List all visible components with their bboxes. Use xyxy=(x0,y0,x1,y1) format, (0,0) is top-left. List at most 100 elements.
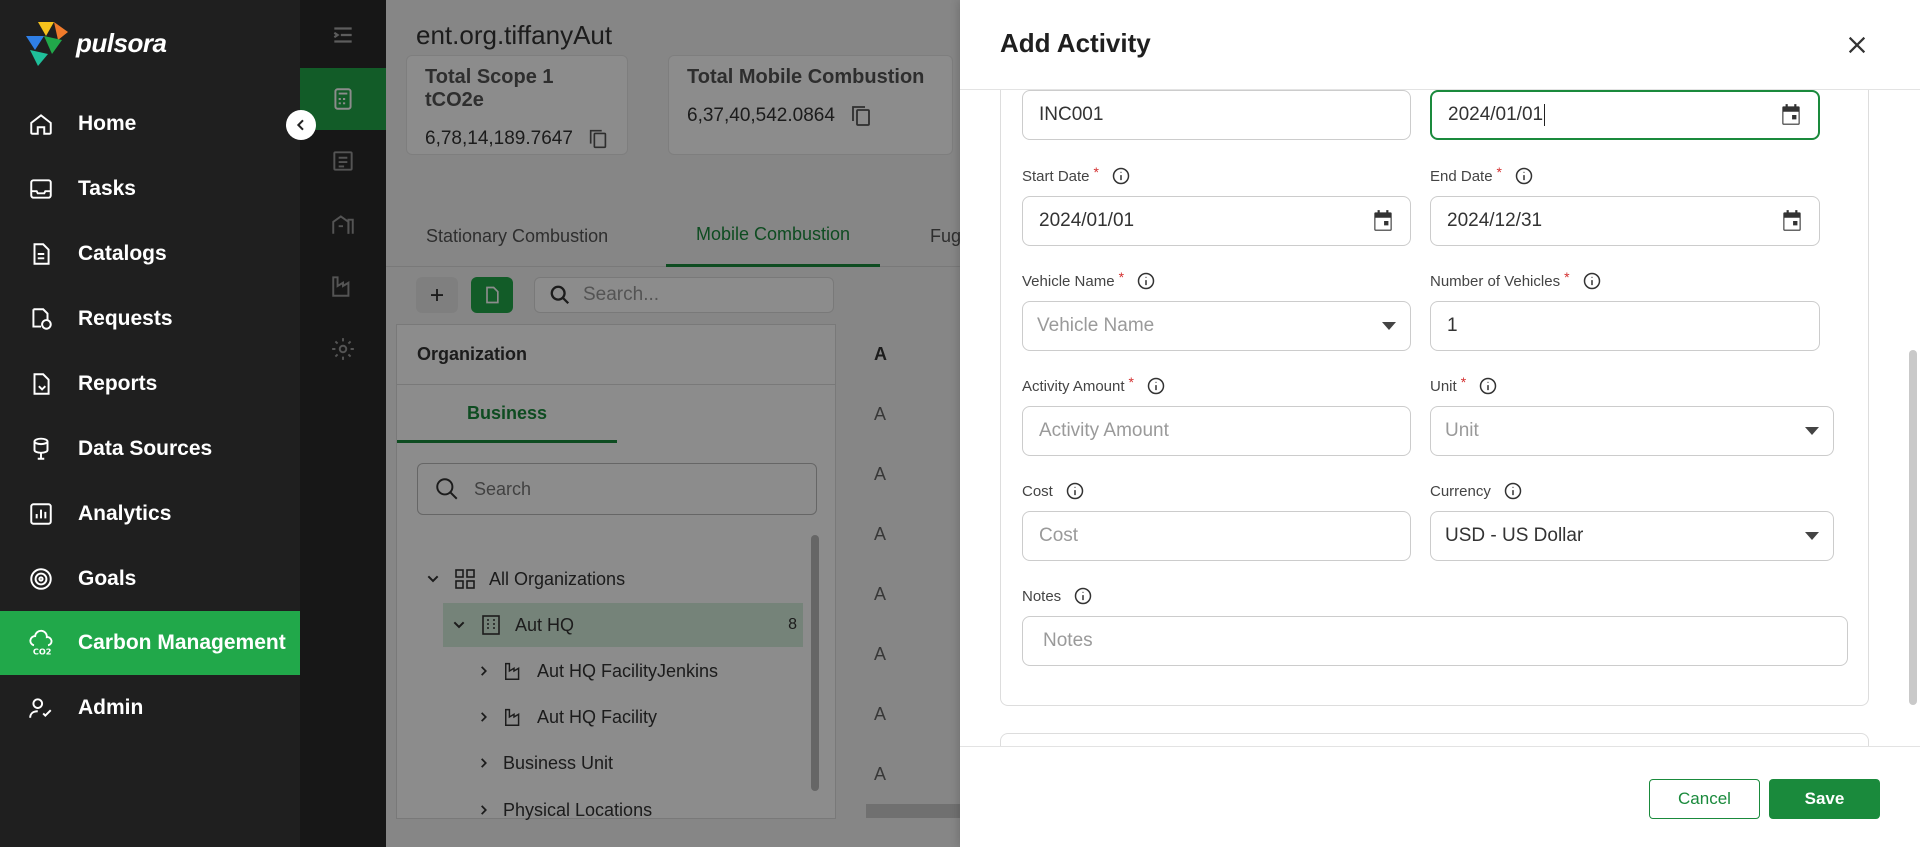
info-icon[interactable] xyxy=(1503,481,1523,501)
calendar-icon[interactable] xyxy=(1370,208,1396,234)
close-icon xyxy=(1848,36,1866,54)
sidebar-item-analytics[interactable]: Analytics xyxy=(0,482,300,546)
drawer-header: Add Activity xyxy=(960,0,1920,90)
id-field[interactable]: INC001 xyxy=(1022,90,1411,140)
start-date-field[interactable]: 2024/01/01 xyxy=(1022,196,1411,246)
label-text: Start Date xyxy=(1022,167,1090,185)
sidebar-item-label: Reports xyxy=(78,372,158,395)
co2-cloud-icon: CO2 xyxy=(26,628,56,658)
drawer-title: Add Activity xyxy=(1000,28,1151,58)
calendar-icon[interactable] xyxy=(1779,208,1805,234)
info-icon[interactable] xyxy=(1136,271,1156,291)
requests-icon xyxy=(26,304,56,334)
sidebar-item-label: Analytics xyxy=(78,502,172,525)
caret-down-icon xyxy=(1382,322,1396,330)
save-button[interactable]: Save xyxy=(1769,779,1880,819)
info-icon[interactable] xyxy=(1073,586,1093,606)
cost-field[interactable]: Cost xyxy=(1022,511,1411,561)
caret-down-icon xyxy=(1805,427,1819,435)
vehicle-name-label: Vehicle Name * xyxy=(1022,269,1156,291)
label-text: Notes xyxy=(1022,587,1062,605)
sidebar-item-tasks[interactable]: Tasks xyxy=(0,157,300,221)
info-icon[interactable] xyxy=(1065,481,1085,501)
sidebar-item-carbon-management[interactable]: CO2 Carbon Management xyxy=(0,611,300,675)
add-activity-drawer: INC001 2024/01/01 Start Date * End Date * … xyxy=(960,0,1920,847)
vehicle-name-placeholder: Vehicle Name xyxy=(1037,315,1155,336)
required-asterisk: * xyxy=(1564,269,1570,285)
cost-placeholder: Cost xyxy=(1039,525,1079,546)
sidebar-item-catalogs[interactable]: Catalogs xyxy=(0,222,300,286)
sidebar-item-label: Requests xyxy=(78,307,173,330)
cost-label: Cost xyxy=(1022,481,1085,501)
svg-text:CO2: CO2 xyxy=(33,647,52,657)
notes-label: Notes xyxy=(1022,586,1093,606)
unit-placeholder: Unit xyxy=(1445,420,1479,441)
sidebar-item-label: Carbon Management xyxy=(78,631,286,654)
end-date-label: End Date * xyxy=(1430,164,1534,186)
start-date-value: 2024/01/01 xyxy=(1039,210,1135,231)
date-field-value: 2024/01/01 xyxy=(1448,104,1544,125)
analytics-icon xyxy=(26,499,56,529)
sidebar-item-label: Goals xyxy=(78,567,137,590)
sidebar-item-data-sources[interactable]: Data Sources xyxy=(0,417,300,481)
sidebar-item-reports[interactable]: Reports xyxy=(0,352,300,416)
reports-icon xyxy=(26,369,56,399)
activity-amount-placeholder: Activity Amount xyxy=(1039,420,1169,441)
date-field[interactable]: 2024/01/01 xyxy=(1430,90,1820,140)
info-icon[interactable] xyxy=(1582,271,1602,291)
label-text: Cost xyxy=(1022,482,1053,500)
number-of-vehicles-label: Number of Vehicles * xyxy=(1430,269,1602,291)
sidebar-item-home[interactable]: Home xyxy=(0,92,300,156)
label-text: Number of Vehicles xyxy=(1430,272,1561,290)
sidebar-item-requests[interactable]: Requests xyxy=(0,287,300,351)
drawer-scrollbar[interactable] xyxy=(1909,350,1917,705)
notes-placeholder: Notes xyxy=(1043,630,1093,651)
user-check-icon xyxy=(26,693,56,723)
activity-amount-field[interactable]: Activity Amount xyxy=(1022,406,1411,456)
vehicle-name-select[interactable]: Vehicle Name xyxy=(1022,301,1411,351)
calendar-icon[interactable] xyxy=(1778,102,1804,128)
currency-label: Currency xyxy=(1430,481,1523,501)
end-date-field[interactable]: 2024/12/31 xyxy=(1430,196,1820,246)
end-date-value: 2024/12/31 xyxy=(1447,210,1543,231)
label-text: Vehicle Name xyxy=(1022,272,1115,290)
unit-label: Unit * xyxy=(1430,374,1498,396)
sidebar-item-label: Data Sources xyxy=(78,437,213,460)
close-button[interactable] xyxy=(1840,28,1874,62)
info-icon[interactable] xyxy=(1514,166,1534,186)
label-text: Unit xyxy=(1430,377,1457,395)
info-icon[interactable] xyxy=(1478,376,1498,396)
target-icon xyxy=(26,564,56,594)
info-icon[interactable] xyxy=(1146,376,1166,396)
chevron-left-icon xyxy=(296,119,304,131)
collapse-sidebar-button[interactable] xyxy=(286,110,316,140)
info-icon[interactable] xyxy=(1111,166,1131,186)
brand-name: pulsora xyxy=(76,27,167,58)
caret-down-icon xyxy=(1805,532,1819,540)
text-cursor xyxy=(1544,104,1546,126)
number-of-vehicles-field[interactable]: 1 xyxy=(1430,301,1820,351)
modal-backdrop[interactable] xyxy=(300,0,960,847)
required-asterisk: * xyxy=(1093,164,1099,180)
cancel-button[interactable]: Cancel xyxy=(1649,779,1760,819)
sidebar-item-admin[interactable]: Admin xyxy=(0,676,300,740)
currency-select[interactable]: USD - US Dollar xyxy=(1430,511,1834,561)
pulsora-logo[interactable]: pulsora xyxy=(22,20,167,66)
sidebar-item-goals[interactable]: Goals xyxy=(0,547,300,611)
unit-select[interactable]: Unit xyxy=(1430,406,1834,456)
drawer-footer: Cancel Save xyxy=(960,746,1920,847)
document-icon xyxy=(26,239,56,269)
logo-mark-icon xyxy=(22,20,68,66)
inbox-icon xyxy=(26,174,56,204)
notes-field[interactable]: Notes xyxy=(1022,616,1848,666)
number-of-vehicles-value: 1 xyxy=(1447,315,1458,336)
label-text: Currency xyxy=(1430,482,1491,500)
id-field-value: INC001 xyxy=(1039,104,1104,125)
required-asterisk: * xyxy=(1128,374,1134,390)
sidebar-item-label: Home xyxy=(78,112,137,135)
label-text: End Date xyxy=(1430,167,1493,185)
database-icon xyxy=(26,434,56,464)
activity-amount-label: Activity Amount * xyxy=(1022,374,1166,396)
sidebar-item-label: Tasks xyxy=(78,177,136,200)
required-asterisk: * xyxy=(1118,269,1125,285)
